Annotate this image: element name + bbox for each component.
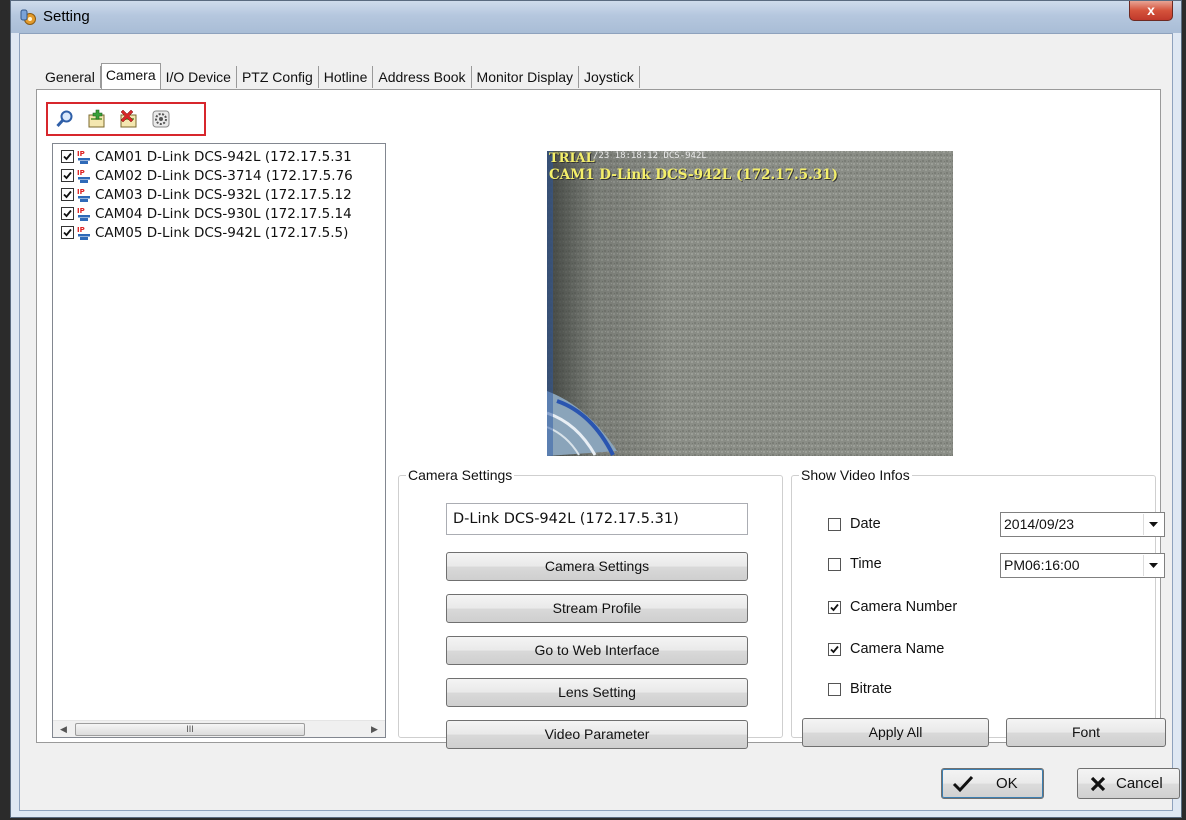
add-camera-icon[interactable] (86, 108, 108, 130)
dialog-body: General Camera I/O Device PTZ Config Hot… (19, 33, 1180, 811)
checkbox[interactable] (61, 207, 74, 220)
lens-setting-button[interactable]: Lens Setting (446, 678, 748, 707)
camera-list-item[interactable]: IP CAM04 D-Link DCS-930L (172.17.5.14 (53, 204, 385, 223)
settings-icon[interactable] (150, 108, 172, 130)
checkbox[interactable] (61, 150, 74, 163)
video-parameter-button[interactable]: Video Parameter (446, 720, 748, 749)
ok-button[interactable]: OK (941, 768, 1044, 799)
checkmark-icon (952, 775, 974, 792)
stream-profile-button[interactable]: Stream Profile (446, 594, 748, 623)
bitrate-label: Bitrate (850, 681, 892, 697)
date-option[interactable]: Date (828, 516, 881, 532)
camera-name-field[interactable]: D-Link DCS-942L (172.17.5.31) (446, 503, 748, 535)
camera-number-label: Camera Number (850, 599, 958, 615)
time-option[interactable]: Time (828, 556, 882, 572)
tab-camera[interactable]: Camera (100, 63, 161, 89)
camera-name-option[interactable]: Camera Name (828, 641, 944, 657)
chevron-down-icon[interactable] (1143, 514, 1163, 535)
camera-label: CAM02 D-Link DCS-3714 (172.17.5.76 (95, 167, 353, 184)
bitrate-option[interactable]: Bitrate (828, 681, 892, 697)
overlay-trial: TRIAL (549, 151, 595, 166)
ip-camera-icon: IP (77, 150, 90, 164)
tab-address-book[interactable]: Address Book (373, 66, 472, 88)
camera-list[interactable]: IP CAM01 D-Link DCS-942L (172.17.5.31 IP… (52, 143, 386, 738)
camera-number-option[interactable]: Camera Number (828, 599, 957, 615)
checkbox[interactable] (61, 188, 74, 201)
checkbox[interactable] (61, 226, 74, 239)
camera-toolbar (46, 102, 206, 136)
camera-label: CAM05 D-Link DCS-942L (172.17.5.5) (95, 224, 349, 241)
camera-list-item[interactable]: IP CAM01 D-Link DCS-942L (172.17.5.31 (53, 147, 385, 166)
close-icon (1090, 776, 1106, 791)
preview-image (547, 151, 953, 456)
date-checkbox[interactable] (828, 517, 841, 531)
camera-label: CAM04 D-Link DCS-930L (172.17.5.14 (95, 205, 352, 222)
date-label: Date (850, 516, 881, 532)
ip-camera-icon: IP (77, 226, 90, 240)
search-icon[interactable] (54, 108, 76, 130)
ip-camera-icon: IP (77, 169, 90, 183)
checkbox[interactable] (61, 169, 74, 182)
svg-text:IP: IP (77, 226, 85, 234)
tab-monitor-display[interactable]: Monitor Display (472, 66, 580, 88)
chevron-down-icon[interactable] (1143, 555, 1163, 576)
title-bar[interactable]: Setting x (11, 1, 1181, 33)
camera-list-item[interactable]: IP CAM03 D-Link DCS-932L (172.17.5.12 (53, 185, 385, 204)
camera-settings-legend: Camera Settings (406, 467, 515, 483)
overlay-camera-name: CAM1 D-Link DCS-942L (172.17.5.31) (549, 167, 838, 183)
time-format-select[interactable]: PM06:16:00 (1000, 553, 1165, 578)
tab-strip: General Camera I/O Device PTZ Config Hot… (40, 63, 640, 89)
svg-text:IP: IP (77, 188, 85, 196)
show-video-infos-legend: Show Video Infos (799, 467, 912, 483)
tab-hotline[interactable]: Hotline (319, 66, 374, 88)
ip-camera-icon: IP (77, 207, 90, 221)
delete-camera-icon[interactable] (118, 108, 140, 130)
bitrate-checkbox[interactable] (828, 682, 841, 696)
svg-text:IP: IP (77, 150, 85, 158)
font-button[interactable]: Font (1006, 718, 1166, 747)
ip-camera-icon: IP (77, 188, 90, 202)
setting-app-icon (20, 9, 36, 25)
camera-tab-panel: IP CAM01 D-Link DCS-942L (172.17.5.31 IP… (36, 89, 1166, 749)
camera-preview[interactable]: TRIAL /23 18:18:12 DCS-942L CAM1 D-Link … (547, 151, 953, 456)
camera-name-label: Camera Name (850, 641, 945, 657)
web-interface-button[interactable]: Go to Web Interface (446, 636, 748, 665)
scroll-thumb[interactable]: III (75, 723, 305, 736)
window-title: Setting (43, 8, 90, 25)
camera-label: CAM01 D-Link DCS-942L (172.17.5.31 (95, 148, 352, 165)
tab-ptz-config[interactable]: PTZ Config (237, 66, 319, 88)
svg-text:IP: IP (77, 207, 85, 215)
time-value: PM06:16:00 (1004, 557, 1080, 573)
scroll-left-icon[interactable]: ◀ (55, 721, 72, 737)
time-checkbox[interactable] (828, 557, 841, 571)
apply-all-button[interactable]: Apply All (802, 718, 989, 747)
close-button[interactable]: x (1129, 1, 1173, 21)
camera-settings-button[interactable]: Camera Settings (446, 552, 748, 581)
svg-text:IP: IP (77, 169, 85, 177)
ok-label: OK (996, 775, 1018, 792)
cancel-label: Cancel (1116, 775, 1163, 792)
show-video-infos-group: Show Video Infos Date 2014/09/23 Time PM… (791, 467, 1166, 747)
date-format-select[interactable]: 2014/09/23 (1000, 512, 1165, 537)
camera-settings-group: Camera Settings D-Link DCS-942L (172.17.… (398, 467, 783, 749)
camera-number-checkbox[interactable] (828, 600, 841, 614)
tab-general[interactable]: General (40, 66, 101, 88)
camera-list-item[interactable]: IP CAM02 D-Link DCS-3714 (172.17.5.76 (53, 166, 385, 185)
camera-label: CAM03 D-Link DCS-932L (172.17.5.12 (95, 186, 352, 203)
setting-window: Setting x General Camera I/O Device PTZ … (10, 0, 1182, 818)
horizontal-scrollbar[interactable]: ◀ III ▶ (53, 720, 385, 737)
tab-joystick[interactable]: Joystick (579, 66, 640, 88)
camera-list-item[interactable]: IP CAM05 D-Link DCS-942L (172.17.5.5) (53, 223, 385, 242)
date-value: 2014/09/23 (1004, 516, 1075, 532)
time-label: Time (850, 556, 882, 572)
scroll-right-icon[interactable]: ▶ (366, 721, 383, 737)
tab-io-device[interactable]: I/O Device (161, 66, 237, 88)
overlay-datetime: /23 18:18:12 DCS-942L (593, 151, 707, 161)
camera-name-checkbox[interactable] (828, 642, 841, 656)
cancel-button[interactable]: Cancel (1077, 768, 1180, 799)
